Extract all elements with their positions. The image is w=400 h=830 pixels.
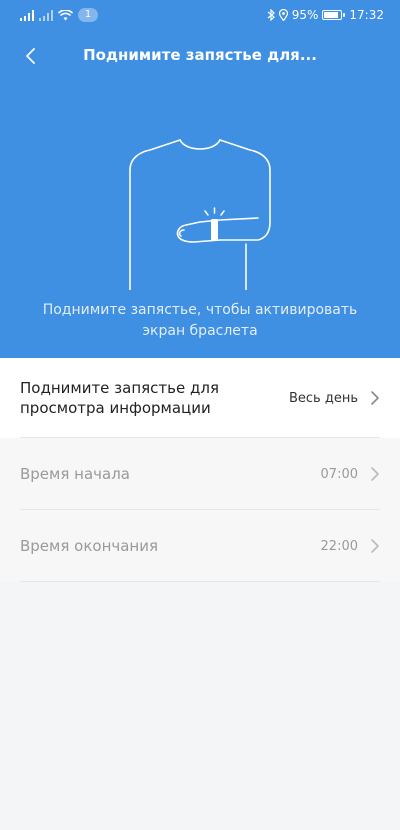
bluetooth-icon (267, 9, 275, 21)
page-title: Поднимите запястье для... (83, 46, 317, 64)
nav-bar: Поднимите запястье для... (0, 38, 400, 74)
wifi-icon (58, 9, 73, 20)
status-bar: 1 95% 17:32 (0, 0, 400, 30)
chevron-right-icon (371, 391, 379, 405)
signal-icon-2 (39, 9, 53, 21)
row-value: 22:00 (320, 538, 358, 554)
chevron-right-icon (371, 467, 379, 481)
back-button[interactable] (18, 42, 46, 70)
settings-list: Поднимите запястье для просмотра информа… (0, 358, 400, 582)
hero-caption: Поднимите запястье, чтобы активировать э… (42, 302, 358, 339)
clock: 17:32 (349, 8, 384, 22)
chevron-left-icon (26, 48, 35, 64)
row-label: Поднимите запястье для просмотра информа… (20, 379, 219, 417)
location-icon (278, 9, 288, 21)
start-time-row[interactable]: Время начала 07:00 (0, 438, 400, 510)
chevron-right-icon (371, 539, 379, 553)
battery-percent: 95% (291, 8, 319, 22)
raise-wrist-illustration (129, 139, 271, 290)
row-value: 07:00 (320, 466, 358, 482)
row-value: Весь день (288, 390, 358, 406)
end-time-row[interactable]: Время окончания 22:00 (0, 510, 400, 582)
hero-banner: 1 95% 17:32 Поднимите запястье для... По… (0, 0, 400, 358)
notification-badge: 1 (78, 8, 98, 22)
row-label: Время окончания (20, 537, 159, 555)
battery-icon (322, 10, 346, 20)
signal-icon (20, 9, 34, 21)
divider (20, 581, 380, 582)
raise-wrist-mode-row[interactable]: Поднимите запястье для просмотра информа… (0, 358, 400, 438)
row-label: Время начала (20, 465, 130, 483)
